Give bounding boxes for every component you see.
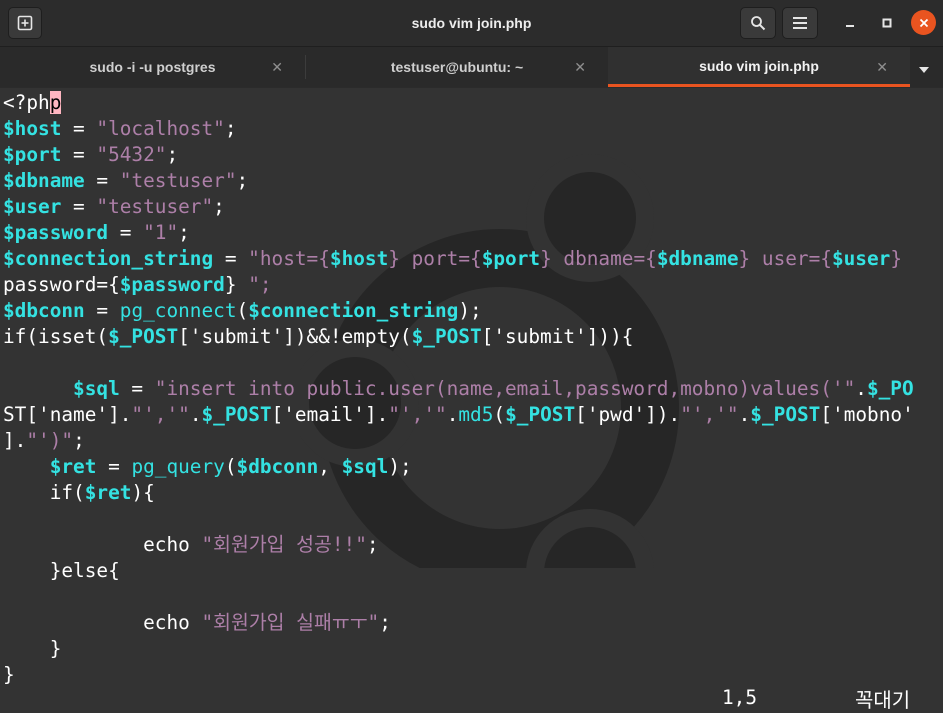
code-line: $password = "1";	[3, 221, 190, 244]
code-line: $ret = pg_query($dbconn, $sql);	[49, 455, 412, 478]
tab-label: sudo -i -u postgres	[89, 59, 216, 75]
close-tab-icon[interactable]: ✕	[271, 59, 283, 76]
menu-button[interactable]	[782, 7, 818, 39]
code-line: $dbconn = pg_connect($connection_string)…	[3, 299, 482, 322]
code-line: }	[3, 637, 62, 660]
chevron-down-icon	[919, 67, 929, 73]
tab-dropdown-button[interactable]	[918, 61, 930, 79]
code-line: echo "회원가입 성공!!";	[3, 533, 379, 556]
code-line: $port = "5432";	[3, 143, 179, 166]
close-button[interactable]	[911, 10, 936, 35]
tab-vim-join[interactable]: sudo vim join.php ✕	[608, 47, 910, 87]
cursor-position: 1,5	[722, 686, 758, 709]
vim-buffer[interactable]: <?php $host = "localhost"; $port = "5432";…	[3, 90, 943, 688]
vim-cursor: p	[49, 91, 62, 114]
code-line: ST['name']."','".$_POST['email']."','".m…	[3, 403, 914, 426]
code-line: echo "회원가입 실패ㅠㅜ";	[3, 611, 391, 634]
code-line: if($ret){	[3, 481, 155, 504]
code-line: $dbname = "testuser";	[3, 169, 249, 192]
title-bar: sudo vim join.php	[0, 0, 943, 47]
code-line: $connection_string = "host={$host} port=…	[3, 247, 903, 270]
maximize-icon	[882, 18, 892, 28]
maximize-button[interactable]	[875, 11, 899, 35]
terminal-view[interactable]: <?php $host = "localhost"; $port = "5432";…	[0, 88, 943, 713]
minimize-button[interactable]	[838, 11, 862, 35]
scroll-status: 꼭대기	[855, 688, 911, 712]
code-line: }else{	[3, 559, 120, 582]
close-icon	[919, 18, 928, 27]
code-line: $host = "localhost";	[3, 117, 237, 140]
tab-label: testuser@ubuntu: ~	[390, 59, 524, 75]
code-line: ]."')";	[3, 429, 85, 452]
code-line: password={$password} ";	[3, 273, 272, 296]
tab-bar: sudo -i -u postgres ✕ testuser@ubuntu: ~…	[0, 47, 943, 87]
code-line: <?php	[3, 91, 62, 114]
hamburger-menu-icon	[793, 17, 807, 29]
close-tab-icon[interactable]: ✕	[876, 59, 888, 76]
tab-testuser[interactable]: testuser@ubuntu: ~ ✕	[306, 47, 608, 87]
minimize-icon	[846, 25, 854, 27]
code-line: }	[3, 663, 15, 686]
search-button[interactable]	[740, 7, 776, 39]
new-tab-icon	[17, 15, 33, 31]
tab-postgres[interactable]: sudo -i -u postgres ✕	[0, 47, 305, 87]
code-line: if(isset($_POST['submit'])&&!empty($_POS…	[3, 325, 634, 348]
tab-label: sudo vim join.php	[699, 57, 819, 74]
code-line: $sql = "insert into public.user(name,ema…	[73, 377, 914, 400]
search-icon	[751, 16, 766, 31]
code-line: $user = "testuser";	[3, 195, 225, 218]
new-tab-button[interactable]	[8, 7, 42, 39]
close-tab-icon[interactable]: ✕	[574, 59, 586, 76]
